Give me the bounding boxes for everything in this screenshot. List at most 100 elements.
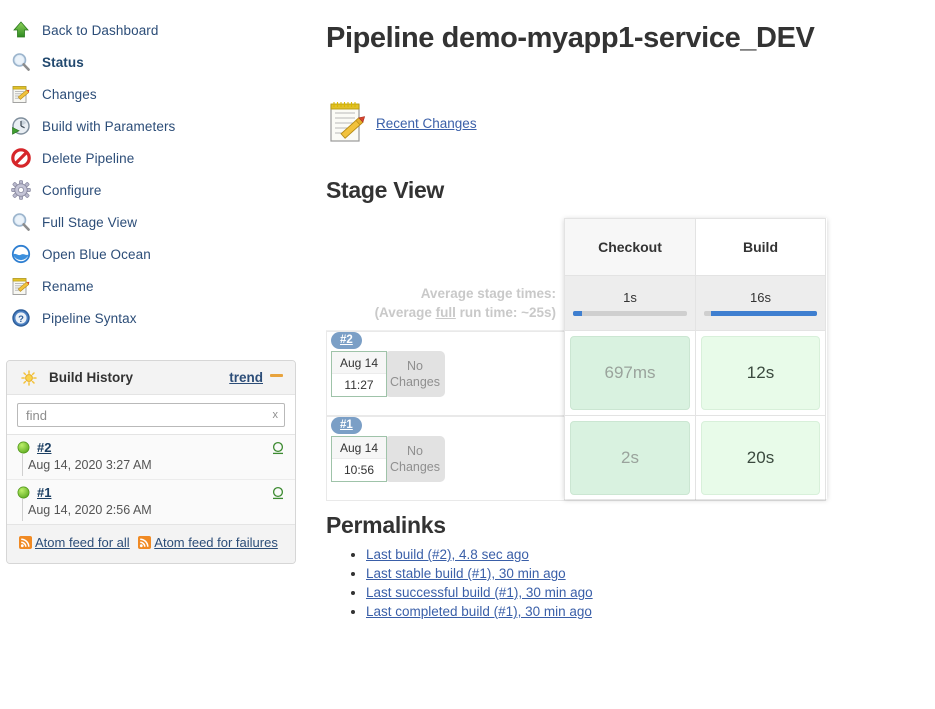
magnifier-icon [10,211,32,233]
build-history-title: Build History [49,370,229,385]
sidebar-item-label: Pipeline Syntax [42,311,137,326]
recent-changes-link[interactable]: Recent Changes [376,116,477,131]
stage-column-header-checkout[interactable]: Checkout [564,218,695,276]
stage-run-number-link[interactable]: #1 [331,417,362,434]
sidebar-item-label: Full Stage View [42,215,137,230]
svg-text:?: ? [18,314,24,325]
stage-average-time: 16s [750,290,771,305]
build-number-link[interactable]: #1 [37,485,271,500]
build-history-find-wrap: find x [7,395,295,434]
build-history-panel: Build History trend find x [6,360,296,564]
stage-cell-box[interactable]: 20s [701,421,820,495]
average-full-run-time-line: (Average full run time: ~25s) [375,303,556,322]
stage-average-bar-fill [711,311,817,316]
build-history-item[interactable]: #2 Aug 14, 2020 3:27 AM [7,434,295,479]
stage-run-info: #2 Aug 14 11:27 No Changes [326,331,564,416]
sidebar-item-build-with-parameters[interactable]: Build with Parameters [0,110,300,142]
stage-run-row: #2 Aug 14 11:27 No Changes [326,331,828,416]
build-history-item-header: #1 [7,480,295,501]
sidebar-item-open-blue-ocean[interactable]: Open Blue Ocean [0,238,300,270]
stage-view-title: Stage View [326,177,935,204]
permalink-last-build[interactable]: Last build (#2), 4.8 sec ago [366,547,529,562]
atom-feed-failures-link[interactable]: Atom feed for failures [154,535,278,550]
build-date: Aug 14, 2020 2:56 AM [7,501,295,524]
stage-column-header-build[interactable]: Build [695,218,826,276]
sidebar-item-label: Configure [42,183,101,198]
recent-changes-row[interactable]: Recent Changes [326,99,935,147]
gear-icon [10,179,32,201]
question-mark-icon: ? [10,307,32,329]
stage-grid: Checkout Build Average stage times: (Ave… [326,218,828,501]
stage-cell-box[interactable]: 12s [701,336,820,410]
sidebar-item-configure[interactable]: Configure [0,174,300,206]
stage-run-time: 10:56 [332,459,386,481]
build-history-find-box[interactable]: find x [17,403,285,427]
build-history-list: #2 Aug 14, 2020 3:27 AM [7,434,295,524]
notepad-pencil-icon [10,275,32,297]
stage-run-datebox: Aug 14 11:27 [331,351,387,397]
stage-run-changes[interactable]: No Changes [385,351,445,397]
console-output-icon[interactable] [271,441,285,455]
stage-run-meta: Aug 14 10:56 No Changes [331,436,445,482]
average-stage-times-line1: Average stage times: [421,284,556,303]
permalink-last-successful-build[interactable]: Last successful build (#1), 30 min ago [366,585,593,600]
sidebar-item-status[interactable]: Status [0,46,300,78]
sidebar-item-label: Build with Parameters [42,119,175,134]
stage-cell-duration: 697ms [604,363,655,383]
build-number-link[interactable]: #2 [37,440,271,455]
find-input[interactable]: find [26,408,269,423]
stage-run-badge-wrap: #2 Aug 14 11:27 No Changes [327,351,445,397]
permalinks-list: Last build (#2), 4.8 sec ago Last stable… [326,547,935,619]
average-stage-times-row: Average stage times: (Average full run t… [326,276,828,331]
trend-link[interactable]: trend [229,370,263,385]
stage-run-meta: Aug 14 11:27 No Changes [331,351,445,397]
no-entry-icon [10,147,32,169]
stage-column-name: Build [743,239,778,255]
notepad-pencil-icon [10,83,32,105]
clock-play-icon [10,115,32,137]
page-title: Pipeline demo-myapp1-service_DEV [326,22,935,55]
stage-run-changes[interactable]: No Changes [385,436,445,482]
status-ball-icon [17,486,30,499]
atom-feed-all-link[interactable]: Atom feed for all [35,535,130,550]
stage-run-date: Aug 14 [332,437,386,459]
sidebar-item-full-stage-view[interactable]: Full Stage View [0,206,300,238]
build-history-item[interactable]: #1 Aug 14, 2020 2:56 AM [7,479,295,524]
build-date: Aug 14, 2020 3:27 AM [7,456,295,479]
permalink-last-stable-build[interactable]: Last stable build (#1), 30 min ago [366,566,566,581]
list-item: Last stable build (#1), 30 min ago [366,566,935,581]
stage-average-time: 1s [623,290,637,305]
stage-run-datebox: Aug 14 10:56 [331,436,387,482]
stage-cell-box[interactable]: 2s [570,421,690,495]
stage-cell-checkout[interactable]: 2s [564,416,695,501]
sidebar-item-delete-pipeline[interactable]: Delete Pipeline [0,142,300,174]
sidebar-item-changes[interactable]: Changes [0,78,300,110]
trend-dash-icon[interactable] [270,374,283,377]
stage-column-name: Checkout [598,239,662,255]
stage-run-number-link[interactable]: #2 [331,332,362,349]
permalink-last-completed-build[interactable]: Last completed build (#1), 30 min ago [366,604,592,619]
blue-ocean-icon [10,243,32,265]
stage-average-bar-fill [573,311,582,316]
list-item: Last build (#2), 4.8 sec ago [366,547,935,562]
magnifier-icon [10,51,32,73]
stage-cell-checkout[interactable]: 697ms [564,331,695,416]
list-item: Last successful build (#1), 30 min ago [366,585,935,600]
sidebar-item-back-to-dashboard[interactable]: Back to Dashboard [0,14,300,46]
list-item: Last completed build (#1), 30 min ago [366,604,935,619]
avg-prefix: (Average [375,305,436,320]
build-history-header: Build History trend [7,361,295,395]
sidebar: Back to Dashboard Status [0,0,300,334]
avg-suffix: run time: ~25s) [456,305,556,320]
sidebar-item-pipeline-syntax[interactable]: ? Pipeline Syntax [0,302,300,334]
sidebar-item-rename[interactable]: Rename [0,270,300,302]
stage-cell-box[interactable]: 697ms [570,336,690,410]
stage-header-spacer [326,218,564,276]
stage-run-badge-wrap: #1 Aug 14 10:56 No Changes [327,436,445,482]
stage-cell-build[interactable]: 12s [695,331,826,416]
stage-cell-build[interactable]: 20s [695,416,826,501]
stage-view-table: Checkout Build Average stage times: (Ave… [326,218,828,498]
console-output-icon[interactable] [271,486,285,500]
clear-find-icon[interactable]: x [269,409,279,421]
stage-average-build: 16s [695,276,826,331]
